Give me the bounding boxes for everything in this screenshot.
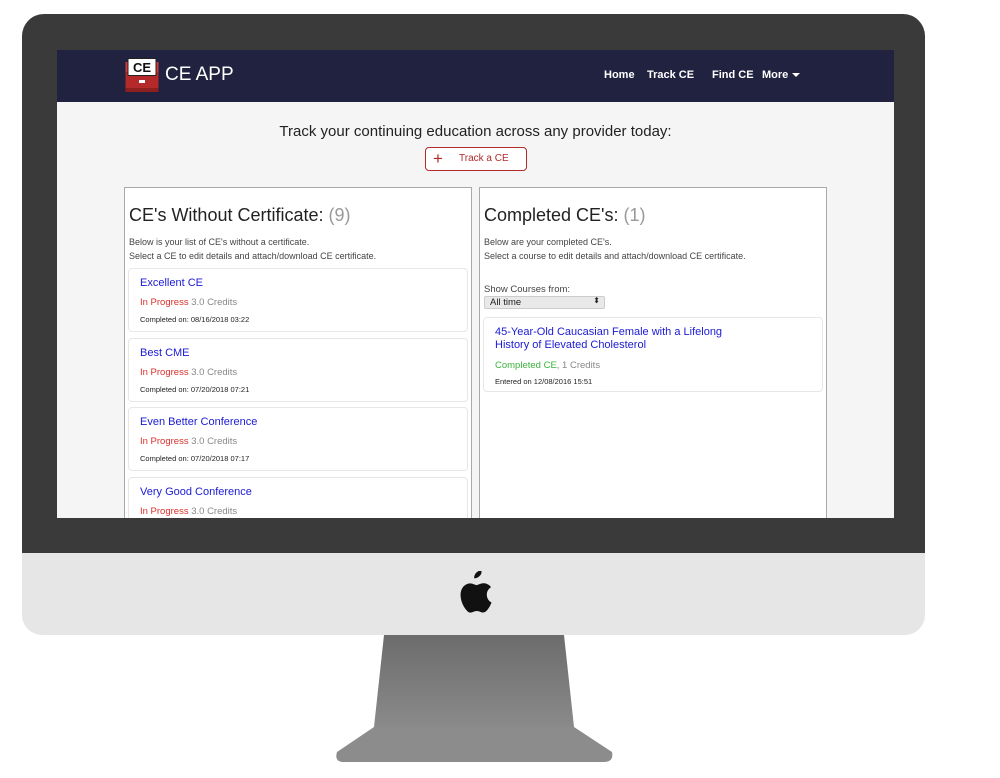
ce-date: Completed on: 07/20/2018 07:21 [140, 385, 250, 394]
ce-card[interactable]: Even Better Conference In Progress 3.0 C… [128, 407, 468, 471]
without-certificate-panel: CE's Without Certificate: (9) Below is y… [124, 187, 472, 518]
apple-logo-icon [460, 571, 492, 613]
ce-date: Completed on: 08/16/2018 03:22 [140, 315, 250, 324]
filter-label: Show Courses from: [484, 284, 571, 295]
ce-date: Completed on: 07/20/2018 07:17 [140, 454, 250, 463]
ce-date: Entered on 12/08/2016 15:51 [495, 377, 593, 386]
count-badge: (9) [328, 205, 351, 225]
count-badge: (1) [623, 205, 646, 225]
time-filter-select[interactable]: All time ⬍ [484, 296, 605, 309]
ce-title-link[interactable]: 45-Year-Old Caucasian Female with a Life… [495, 326, 755, 351]
ce-title-link[interactable]: Even Better Conference [140, 416, 257, 428]
ce-app-logo[interactable]: CE [125, 58, 159, 93]
app-screen: CE CE APP Home Track CE Find CE More Tra… [57, 50, 894, 518]
nav-more-dropdown[interactable]: More [762, 69, 801, 81]
completed-ce-card[interactable]: 45-Year-Old Caucasian Female with a Life… [483, 317, 823, 392]
nav-track-ce[interactable]: Track CE [647, 69, 694, 81]
select-value: All time [490, 297, 522, 308]
ce-status: Completed CE, 1 Credits [495, 360, 601, 371]
panel-title: Completed CE's: (1) [484, 205, 646, 225]
ce-title-link[interactable]: Best CME [140, 347, 190, 359]
caret-down-icon [792, 73, 801, 78]
ce-title-link[interactable]: Excellent CE [140, 277, 203, 289]
panel-title: CE's Without Certificate: (9) [129, 205, 351, 225]
nav-home[interactable]: Home [604, 69, 635, 81]
ce-status: In Progress 3.0 Credits [140, 367, 238, 378]
brand-name[interactable]: CE APP [165, 64, 234, 86]
track-a-ce-label: Track a CE [459, 153, 509, 164]
panel-description: Below are your completed CE's. Select a … [484, 237, 746, 261]
completed-panel: Completed CE's: (1) Below are your compl… [479, 187, 827, 518]
navbar: CE CE APP Home Track CE Find CE More [57, 50, 894, 102]
logo-text: CE [133, 60, 151, 75]
ce-status: In Progress 3.0 Credits [140, 436, 238, 447]
ce-title-link[interactable]: Very Good Conference [140, 486, 252, 498]
tagline: Track your continuing education across a… [279, 123, 672, 140]
plus-icon: + [433, 149, 443, 168]
ce-status: In Progress 3.0 Credits [140, 297, 238, 308]
nav-find-ce[interactable]: Find CE [712, 69, 754, 81]
ce-card[interactable]: Excellent CE In Progress 3.0 Credits Com… [128, 268, 468, 332]
ce-card[interactable]: Best CME In Progress 3.0 Credits Complet… [128, 338, 468, 402]
nav-more-label: More [762, 69, 789, 81]
ce-status: In Progress 3.0 Credits [140, 506, 238, 517]
track-a-ce-button[interactable]: + Track a CE [425, 147, 527, 171]
select-arrows-icon: ⬍ [593, 296, 600, 305]
panel-description: Below is your list of CE's without a cer… [129, 237, 377, 261]
ce-card[interactable]: Very Good Conference In Progress 3.0 Cre… [128, 477, 468, 518]
